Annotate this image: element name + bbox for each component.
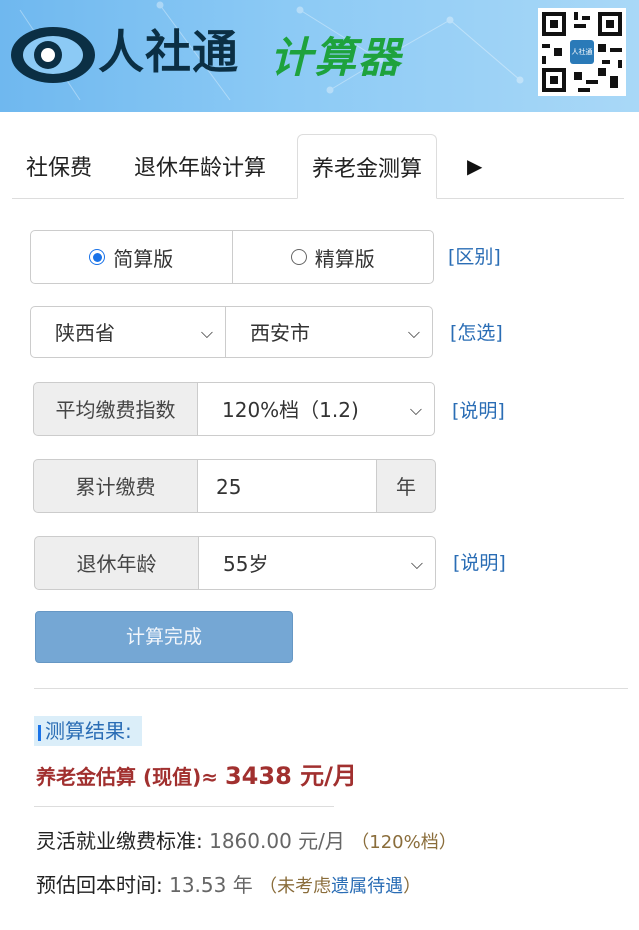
calculate-button[interactable]: 计算完成: [35, 611, 293, 663]
logo-eye-icon: [11, 27, 95, 83]
chevron-down-icon: ⌵: [410, 554, 423, 573]
mode-selector: 简算版 精算版: [30, 230, 434, 284]
mode-precise-option[interactable]: 精算版: [233, 231, 434, 283]
tab-next-arrow-icon[interactable]: ▶: [467, 134, 482, 198]
years-input[interactable]: 25: [197, 459, 377, 513]
years-label: 累计缴费: [33, 459, 198, 513]
city-value: 西安市: [250, 321, 310, 345]
estimate-label: 养老金估算 (现值)≈: [36, 765, 219, 789]
result-title-text: 测算结果:: [45, 719, 132, 743]
payment-index-label: 平均缴费指数: [33, 382, 198, 436]
province-value: 陕西省: [55, 321, 115, 345]
tab-retirement-age[interactable]: 退休年龄计算: [134, 134, 266, 198]
payback-value: 13.53 年: [169, 873, 253, 897]
flex-note: （120%档）: [351, 832, 457, 853]
flex-employment-line: 灵活就业缴费标准: 1860.00 元/月 （120%档）: [36, 826, 457, 858]
header-banner: 人社通 计算器 人社通: [0, 0, 639, 112]
tab-bar: 社保费 退休年龄计算 养老金测算 ▶: [12, 134, 624, 199]
mode-simple-option[interactable]: 简算版: [31, 231, 233, 283]
payback-label: 预估回本时间:: [36, 873, 163, 897]
city-select[interactable]: 西安市 ⌵: [225, 306, 433, 358]
chevron-down-icon: ⌵: [409, 400, 422, 419]
how-to-choose-link[interactable]: [怎选]: [450, 318, 503, 345]
payback-note-post: ）: [403, 876, 422, 897]
divider: [34, 688, 628, 689]
chevron-down-icon: ⌵: [200, 323, 213, 342]
payment-index-value: 120%档（1.2): [222, 398, 359, 422]
retire-age-value: 55岁: [223, 552, 269, 576]
survivor-benefit-link[interactable]: 遗属待遇: [331, 876, 403, 897]
flex-value: 1860.00 元/月: [209, 829, 345, 853]
result-title: 测算结果:: [34, 716, 142, 746]
payback-note-pre: （未考虑: [259, 876, 332, 897]
radio-checked-icon[interactable]: [89, 249, 106, 265]
qr-center-logo: 人社通: [570, 40, 594, 64]
flex-label: 灵活就业缴费标准:: [36, 829, 203, 853]
retire-age-select[interactable]: 55岁 ⌵: [198, 536, 436, 590]
difference-link[interactable]: [区别]: [448, 242, 501, 269]
retire-age-help-link[interactable]: [说明]: [453, 548, 506, 575]
years-unit: 年: [376, 459, 436, 513]
mode-simple-label: 简算版: [113, 246, 174, 271]
retire-age-label: 退休年龄: [34, 536, 199, 590]
payback-note: （未考虑遗属待遇）: [259, 876, 421, 897]
payback-line: 预估回本时间: 13.53 年 （未考虑遗属待遇）: [36, 870, 421, 902]
payment-index-select[interactable]: 120%档（1.2) ⌵: [197, 382, 435, 436]
tab-pension-estimate[interactable]: 养老金测算: [297, 134, 438, 199]
payment-index-help-link[interactable]: [说明]: [452, 396, 505, 423]
tab-social-insurance[interactable]: 社保费: [26, 134, 92, 198]
radio-unchecked-icon[interactable]: [290, 249, 307, 265]
chevron-down-icon: ⌵: [407, 323, 420, 342]
brand-subtitle: 计算器: [270, 33, 403, 82]
pointing-hand-icon: [38, 724, 41, 741]
qr-code: 人社通: [538, 8, 626, 96]
pension-estimate: 养老金估算 (现值)≈ 3438 元/月: [36, 758, 357, 795]
divider: [34, 806, 334, 807]
estimate-value: 3438 元/月: [224, 762, 357, 790]
brand-name: 人社通: [98, 25, 239, 79]
mode-precise-label: 精算版: [314, 246, 375, 271]
province-select[interactable]: 陕西省 ⌵: [30, 306, 226, 358]
